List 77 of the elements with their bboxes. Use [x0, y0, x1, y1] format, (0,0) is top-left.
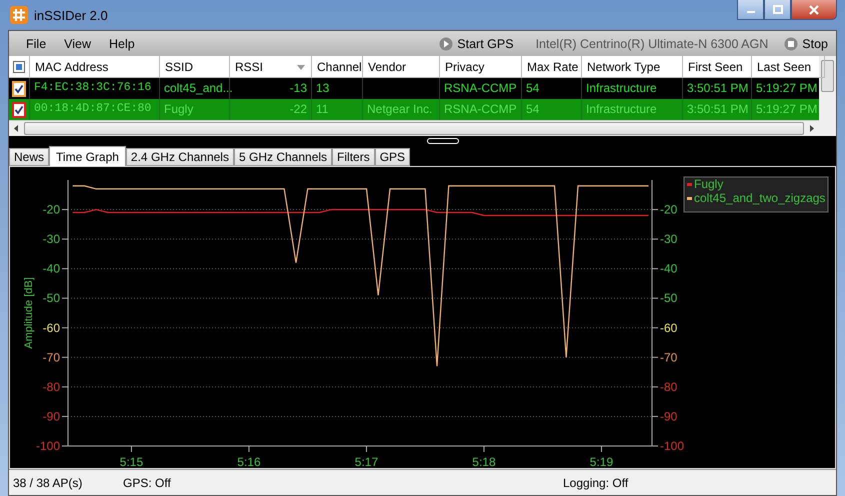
stop-icon	[784, 36, 798, 50]
tab[interactable]: Time Graph	[49, 146, 126, 166]
vertical-scrollbar[interactable]	[819, 56, 836, 136]
y-tick-label: -80	[660, 380, 678, 394]
table-cell: Fugly	[164, 102, 194, 116]
y-tick-label: -80	[42, 380, 60, 394]
y-tick-label: -100	[660, 439, 684, 453]
y-tick-label: -90	[42, 409, 60, 424]
table-cell: 5:19:27 PM	[756, 81, 818, 95]
table-row[interactable]: F4:EC:38:3C:76:16 colt45_and... -13 13 RSNA-CCMP 54 Infrastructure 3:50:51 PM 5:19:27 PM	[9, 78, 819, 99]
stop-button[interactable]: Stop	[784, 36, 828, 50]
row-checkbox[interactable]	[12, 80, 26, 96]
table-cell: Netgear Inc.	[367, 102, 432, 116]
legend-label: Fugly	[694, 177, 724, 191]
tab[interactable]: Filters	[332, 148, 375, 166]
table-cell: colt45_and...	[164, 81, 233, 95]
status-text: 38 / 38 AP(s)	[13, 476, 84, 490]
status-text: Logging: Off	[563, 476, 628, 490]
table-cell: Infrastructure	[586, 102, 657, 116]
legend-label: colt45_and_two_zigzags	[694, 191, 826, 205]
x-tick-label: 5:19	[590, 455, 614, 467]
play-icon	[439, 36, 454, 50]
y-tick-label: -60	[660, 320, 678, 335]
adapter-name[interactable]: Intel(R) Centrino(R) Ultimate-N 6300 AGN	[536, 36, 768, 50]
y-tick-label: -90	[660, 409, 678, 424]
close-icon	[808, 4, 820, 14]
table-cell: 5:19:27 PM	[756, 102, 818, 116]
tab[interactable]: 2.4 GHz Channels	[126, 148, 234, 166]
table-cell: 11	[316, 102, 328, 116]
y-axis-label: Amplitude [dB]	[23, 277, 35, 349]
table-cell: Infrastructure	[586, 81, 657, 95]
close-button[interactable]	[791, 0, 837, 20]
y-tick-label: -40	[660, 262, 678, 276]
x-tick-label: 5:16	[237, 455, 261, 467]
minimize-button[interactable]	[737, 0, 764, 20]
table-cell: RSNA-CCMP	[444, 102, 517, 116]
tab[interactable]: News	[9, 148, 50, 166]
x-tick-label: 5:15	[120, 455, 144, 467]
horizontal-scrollbar[interactable]	[9, 120, 819, 136]
maximize-button[interactable]	[764, 0, 791, 20]
y-tick-label: -60	[42, 320, 60, 335]
x-tick-label: 5:18	[472, 455, 496, 467]
menu-item[interactable]: Help	[100, 36, 144, 50]
x-tick-label: 5:17	[354, 455, 378, 467]
table-cell: 54	[526, 102, 540, 116]
hash-icon	[10, 6, 28, 24]
y-tick-label: -30	[42, 232, 60, 246]
table-cell: F4:EC:38:3C:76:16	[34, 81, 152, 94]
status-text: GPS: Off	[123, 476, 172, 490]
sort-arrow-icon	[297, 65, 305, 70]
table-cell: 3:50:51 PM	[687, 81, 748, 95]
maximize-icon	[772, 5, 782, 14]
table-cell: -22	[290, 102, 307, 116]
tab[interactable]: GPS	[374, 148, 410, 166]
splitter-handle[interactable]	[426, 138, 458, 144]
y-tick-label: -30	[660, 232, 678, 246]
select-all-checkbox[interactable]	[13, 60, 25, 72]
table-cell: 13	[316, 81, 330, 95]
y-tick-label: -100	[36, 439, 60, 453]
y-tick-label: -40	[42, 262, 60, 276]
row-checkbox[interactable]	[12, 102, 26, 118]
y-tick-label: -70	[42, 350, 60, 364]
y-tick-label: -20	[42, 202, 60, 217]
start-gps-button[interactable]: Start GPS	[439, 36, 514, 50]
menu-item[interactable]: File	[17, 36, 56, 50]
y-tick-label: -50	[42, 291, 60, 306]
table-cell: -13	[290, 81, 307, 95]
table-cell: 54	[526, 81, 540, 95]
menu-item[interactable]: View	[55, 36, 100, 50]
y-tick-label: -50	[660, 291, 678, 306]
table-cell: 3:50:51 PM	[687, 102, 748, 116]
tab[interactable]: 5 GHz Channels	[234, 148, 332, 166]
y-tick-label: -20	[660, 202, 678, 217]
table-cell: 00:18:4D:87:CE:80	[34, 102, 152, 115]
y-tick-label: -70	[660, 350, 678, 364]
table-cell: RSNA-CCMP	[444, 81, 517, 95]
window-title: inSSIDer 2.0	[34, 8, 108, 22]
